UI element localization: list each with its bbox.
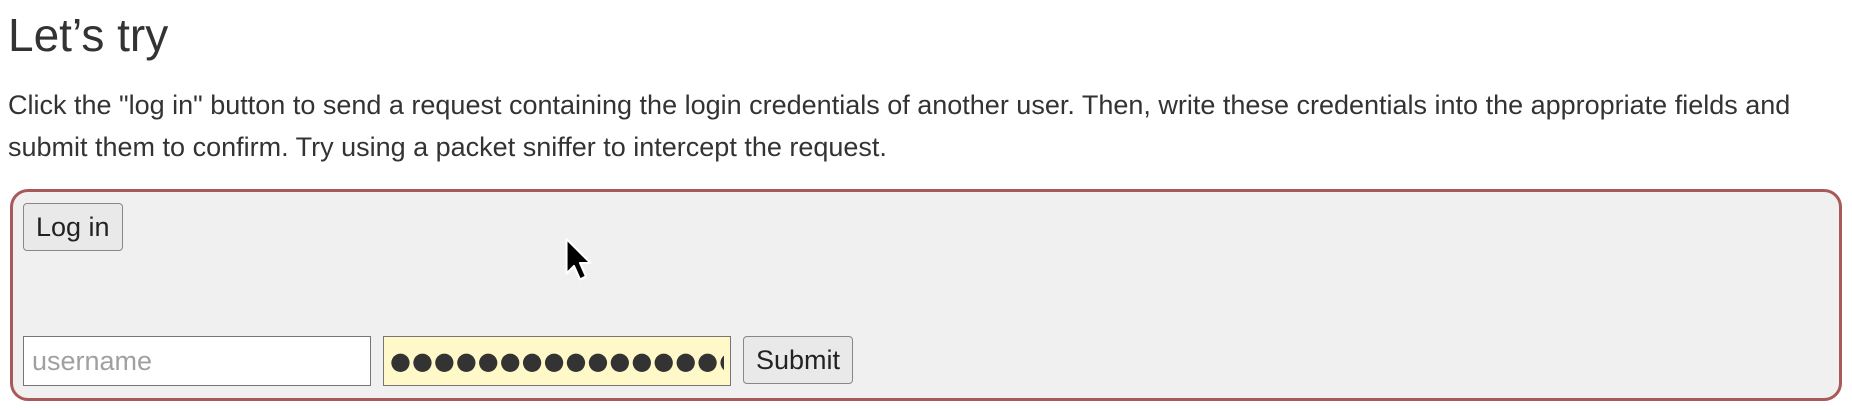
username-input[interactable]: [23, 336, 371, 386]
log-in-button[interactable]: Log in: [23, 203, 123, 251]
challenge-panel: Log in Submit: [10, 189, 1842, 401]
section-title: Let’s try: [8, 9, 169, 61]
section-description: Click the "log in" button to send a requ…: [8, 90, 1791, 162]
mouse-pointer-icon: [565, 237, 592, 281]
password-input[interactable]: [383, 336, 731, 386]
submit-button[interactable]: Submit: [743, 336, 854, 384]
